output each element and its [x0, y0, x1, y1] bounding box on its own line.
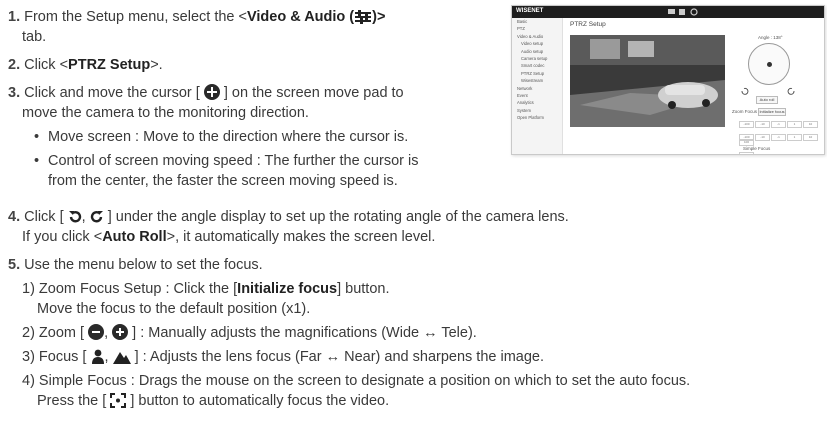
step-text: ] : Manually adjusts the magnifications … [132, 325, 477, 341]
zoom-in-icon [112, 324, 129, 340]
step-text: If you click < [22, 229, 103, 245]
sidebar-item[interactable]: Event [512, 92, 562, 99]
simple-focus-label: Simple Focus [743, 146, 771, 151]
sidebar-item[interactable]: Camera setup [512, 55, 562, 62]
step-button[interactable]: -100 [739, 134, 754, 141]
step-text: 1) Zoom Focus Setup : Click the [ [22, 281, 238, 297]
substep-1: 1) Zoom Focus Setup : Click the [Initial… [22, 279, 390, 299]
step-button[interactable]: 10 [803, 121, 818, 128]
substep-1-cont: Move the focus to the default position (… [37, 301, 311, 317]
step-2: 2. Click <PTRZ Setup>. [8, 55, 163, 75]
step-button[interactable]: -10 [755, 121, 770, 128]
step-4-cont: If you click <Auto Roll>, it automatical… [22, 227, 435, 247]
step-text: From the Setup menu, select the < [24, 9, 247, 25]
bullet-speed-control: Control of screen moving speed : The fur… [34, 151, 418, 171]
step-text: ] button to automatically focus the vide… [130, 393, 390, 409]
top-bar: WISENET [512, 6, 824, 18]
step-button[interactable]: 10 [803, 134, 818, 141]
separator: , [104, 349, 109, 365]
step-text: Click and move the cursor [ [24, 85, 200, 101]
step-text: Use the menu below to set the focus. [24, 257, 263, 273]
sidebar-item[interactable]: Audio setup [512, 48, 562, 55]
focus-near-icon [112, 350, 131, 370]
ptrz-setup-screenshot: WISENET Basic PTZ Video & Audio Video setup… [511, 5, 825, 155]
step-text: 2) Zoom [ [22, 325, 85, 341]
zoom-row[interactable]: -100 -10 -1 1 10100 [739, 121, 824, 146]
move-cursor[interactable] [767, 62, 772, 67]
angle-label: Angle : 138° [758, 35, 783, 40]
sidebar-item[interactable]: Smart codec [512, 62, 562, 69]
rotate-controls[interactable] [740, 87, 796, 95]
sidebar-item[interactable]: System [512, 107, 562, 114]
auto-roll-button[interactable]: Auto roll [756, 96, 778, 104]
step-number: 1. [8, 9, 21, 25]
sidebar-item[interactable]: Analytics [512, 99, 562, 106]
step-text: Press the [ [37, 393, 107, 409]
focus-far-icon [91, 349, 105, 370]
setup-sidebar: Basic PTZ Video & Audio Video setup Audio se… [512, 18, 563, 154]
sidebar-item[interactable]: Video setup [512, 40, 562, 47]
move-cursor-icon [203, 84, 220, 100]
substep-4-cont: Press the [ ] button to automatically fo… [37, 391, 389, 414]
step-number: 2. [8, 57, 21, 73]
bullet-move-screen: Move screen : Move to the direction wher… [34, 127, 408, 147]
video-preview[interactable] [570, 35, 725, 127]
substep-4: 4) Simple Focus : Drags the mouse on the… [22, 373, 691, 389]
menu-name: Video & Audio ( [246, 9, 355, 25]
step-text: >. [150, 57, 163, 73]
sidebar-item[interactable]: PTZ [512, 25, 562, 32]
simple-focus-icon [110, 393, 127, 414]
sidebar-item[interactable]: Basic [512, 18, 562, 25]
sidebar-item[interactable]: Open Platform [512, 114, 562, 121]
ptrz-setup-label: PTRZ Setup [68, 57, 151, 73]
brand-logo: WISENET [516, 8, 544, 14]
step-text: Click [ [24, 209, 64, 225]
step-button[interactable]: -1 [771, 121, 786, 128]
step-number: 5. [8, 257, 21, 273]
focus-row[interactable]: -100 -10 -1 1 10 100 [739, 134, 824, 154]
step-button[interactable]: -1 [771, 134, 786, 141]
separator: , [81, 209, 86, 225]
sidebar-item[interactable]: PTRZ Setup [512, 70, 562, 77]
step-5: 5. Use the menu below to set the focus. [8, 255, 263, 275]
zoom-out-icon [88, 324, 105, 340]
step-3: 3. Click and move the cursor [ ] on the … [8, 83, 508, 103]
step-text: ] : Adjusts the lens focus (Far ↔ Near) … [134, 349, 545, 365]
step-text: Click < [24, 57, 69, 73]
page-title: PTRZ Setup [570, 21, 606, 28]
step-1: 1. From the Setup menu, select the <Vide… [8, 7, 508, 30]
step-text: 3) Focus [ [22, 349, 87, 365]
step-button[interactable]: -10 [755, 134, 770, 141]
video-audio-icon [354, 10, 372, 30]
sidebar-item[interactable]: Network [512, 85, 562, 92]
initialize-focus-button[interactable]: Initialize focus [758, 108, 786, 116]
toolbar-icons [668, 8, 698, 16]
step-number: 4. [8, 209, 21, 225]
step-button[interactable]: -100 [739, 121, 754, 128]
substep-2: 2) Zoom [ , ] : Manually adjusts the mag… [22, 323, 477, 343]
step-button[interactable]: 1 [787, 121, 802, 128]
step-number: 3. [8, 85, 21, 101]
step-text: ] under the angle display to set up the … [107, 209, 569, 225]
substep-3: 3) Focus [ , ] : Adjusts the lens focus … [22, 347, 544, 370]
sidebar-item[interactable]: Wisestream [512, 77, 562, 84]
step-text: ] button. [337, 281, 390, 297]
bullet-speed-cont: from the center, the faster the screen m… [48, 173, 398, 189]
step-text: ] on the screen move pad to [223, 85, 404, 101]
step-3-cont: move the camera to the monitoring direct… [22, 105, 309, 121]
step-button[interactable]: 1 [787, 134, 802, 141]
step-1-cont: tab. [22, 29, 47, 45]
menu-name-close: )> [372, 9, 386, 25]
step-text: >, it automatically makes the screen lev… [166, 229, 436, 245]
step-button[interactable]: 100 [739, 152, 754, 154]
separator: , [104, 325, 109, 341]
auto-roll-label: Auto Roll [102, 229, 167, 245]
sidebar-item[interactable]: Video & Audio [512, 33, 562, 40]
initialize-focus-label: Initialize focus [237, 281, 338, 297]
move-pad[interactable] [748, 43, 790, 85]
